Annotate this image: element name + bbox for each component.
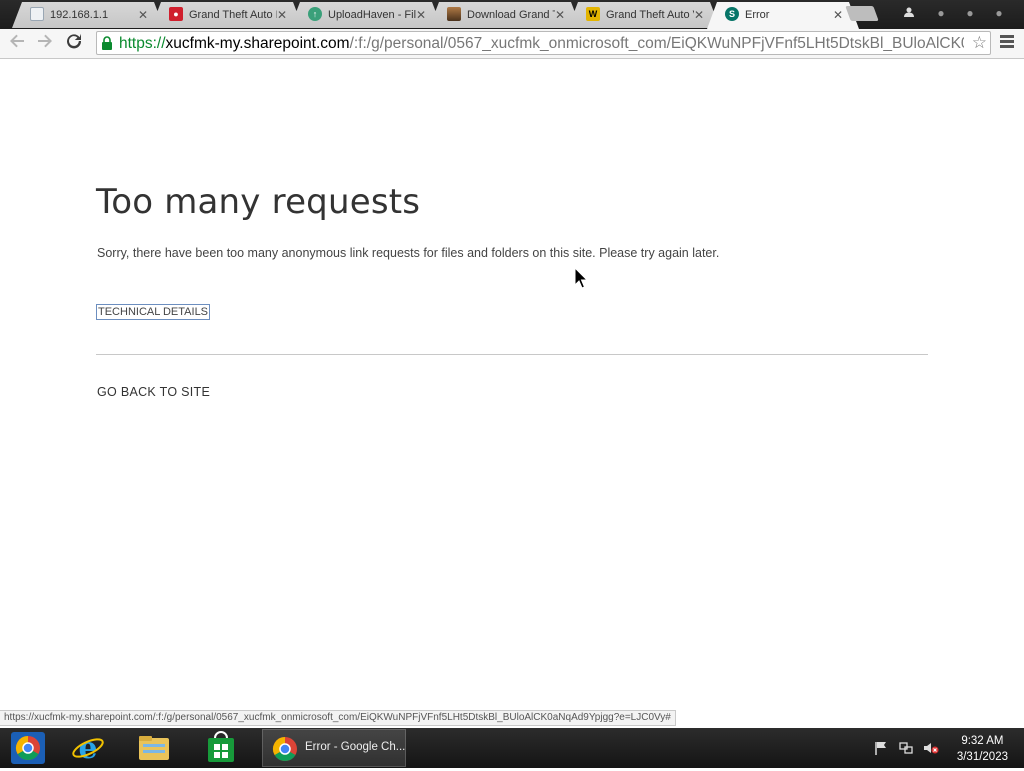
back-arrow-icon[interactable] [6,32,28,54]
chrome-icon[interactable] [8,730,48,766]
close-tab-icon[interactable]: ✕ [694,4,704,26]
tab-title: 192.168.1.1 [50,9,109,21]
clock-time: 9:32 AM [961,735,1004,747]
go-back-to-site-link[interactable]: GO BACK TO SITE [97,385,210,399]
tab-title: UploadHaven - File [328,9,416,21]
chrome-icon [272,737,297,762]
clock-date: 3/31/2023 [956,751,1008,763]
user-profile-icon[interactable] [902,6,916,20]
taskbar-chrome-window[interactable]: Error - Google Ch... [262,729,406,767]
game-thumbnail-icon [447,7,461,21]
mouse-cursor-icon [574,267,588,289]
forward-arrow-icon[interactable] [34,32,56,54]
tab-title: Error [745,9,770,21]
tab-title: Grand Theft Auto I [189,9,277,21]
divider [96,354,928,355]
tab-grand-theft-auto-v[interactable]: W Grand Theft Auto V ✕ [568,2,720,28]
tab-title: Grand Theft Auto V [606,9,694,21]
tab-error[interactable]: S Error ✕ [707,2,859,29]
network-icon[interactable] [899,741,913,755]
red-lock-icon: ● [169,7,183,21]
maximize-window-button[interactable]: ● [963,6,977,20]
close-tab-icon[interactable]: ✕ [416,4,426,26]
new-tab-button[interactable] [845,6,879,21]
browser-toolbar: https://xucfmk-my.sharepoint.com/:f:/g/p… [0,29,1024,59]
tab-grand-theft-auto-1[interactable]: ● Grand Theft Auto I ✕ [151,2,303,28]
browser-tab-strip: 192.168.1.1 ✕ ● Grand Theft Auto I ✕ ↑ U… [0,0,1024,29]
speaker-muted-icon[interactable] [923,741,939,755]
tab-download-grand-theft-auto[interactable]: Download Grand T ✕ [429,2,581,28]
page-title: Too many requests [96,182,421,222]
close-tab-icon[interactable]: ✕ [555,4,565,26]
svg-text:e: e [78,731,97,766]
url-text: https://xucfmk-my.sharepoint.com/:f:/g/p… [119,33,964,55]
action-center-flag-icon[interactable] [874,741,888,755]
bookmark-star-icon[interactable]: ☆ [972,33,987,53]
tab-192-168-1-1[interactable]: 192.168.1.1 ✕ [12,2,164,28]
close-tab-icon[interactable]: ✕ [833,4,843,26]
tab-uploadhaven[interactable]: ↑ UploadHaven - File ✕ [290,2,442,28]
technical-details-button[interactable]: TECHNICAL DETAILS [96,304,211,320]
close-window-button[interactable]: ● [992,6,1006,20]
error-message: Sorry, there have been too many anonymou… [97,246,720,260]
address-bar[interactable]: https://xucfmk-my.sharepoint.com/:f:/g/p… [96,31,991,55]
tab-title: Download Grand T [467,9,555,21]
url-host: xucfmk-my.sharepoint.com [165,35,350,52]
minimize-window-button[interactable]: ● [934,6,948,20]
internet-explorer-icon[interactable]: e [68,730,108,766]
yellow-logo-icon: W [586,7,600,21]
secure-lock-icon [102,36,112,50]
chrome-menu-icon[interactable] [1000,35,1014,50]
sharepoint-icon: S [725,7,739,21]
reload-icon[interactable] [63,32,85,54]
url-scheme: https:// [119,35,166,52]
file-explorer-icon[interactable] [134,730,174,766]
blank-page-icon [30,7,44,21]
close-tab-icon[interactable]: ✕ [138,4,148,26]
link-status-bubble: https://xucfmk-my.sharepoint.com/:f:/g/p… [0,710,676,726]
taskbar-window-label: Error - Google Ch... [305,741,406,753]
close-tab-icon[interactable]: ✕ [277,4,287,26]
uploadhaven-icon: ↑ [308,7,322,21]
url-path: /:f:/g/personal/0567_xucfmk_onmicrosoft_… [349,35,964,52]
store-icon[interactable] [201,730,241,766]
windows-taskbar: e Error - Google Ch... 9:32 AM 3/31/2023 [0,728,1024,768]
system-clock[interactable]: 9:32 AM 3/31/2023 [957,733,1008,765]
